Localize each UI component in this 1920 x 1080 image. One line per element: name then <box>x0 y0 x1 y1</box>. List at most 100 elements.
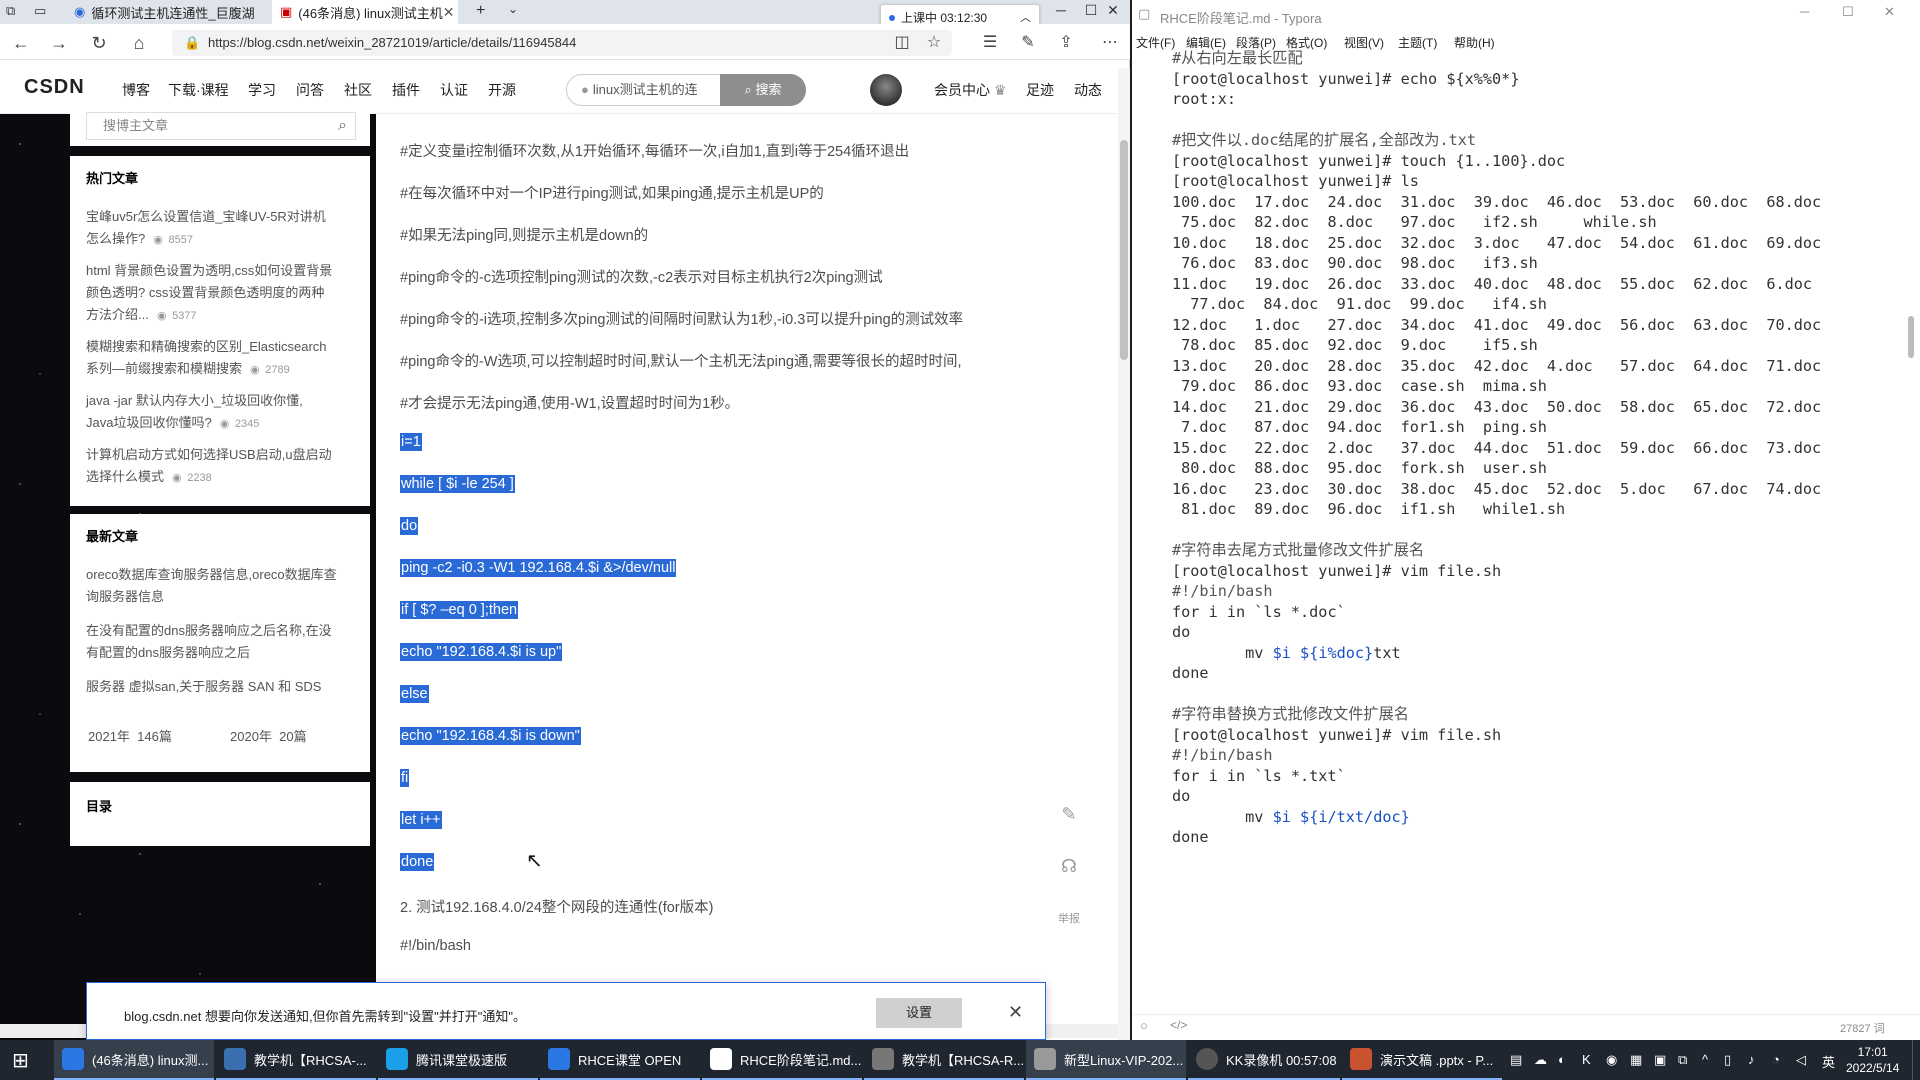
nav-qa[interactable]: 问答 <box>296 80 324 100</box>
tray-wifi-icon[interactable]: ◔ <box>1772 1052 1780 1067</box>
close-tab-icon[interactable]: ✕ <box>443 4 455 21</box>
back-icon[interactable]: ← <box>10 32 32 54</box>
minimize-icon[interactable]: ─ <box>1046 2 1076 18</box>
hot-article-5[interactable]: 计算机启动方式如何选择USB启动,u盘启动 选择什么模式 ◉ 2238 <box>86 444 356 489</box>
task-kk-recorder[interactable]: KK录像机 00:57:08 <box>1188 1040 1340 1080</box>
favorite-star-icon[interactable]: ☆ <box>922 32 946 54</box>
tray-app-icon[interactable]: ◐ <box>1558 1052 1566 1067</box>
tray-network-icon[interactable]: ▦ <box>1630 1052 1642 1068</box>
menu-file[interactable]: 文件(F) <box>1136 34 1175 51</box>
tab-2[interactable]: ▣ (46条消息) linux测试主机 ✕ <box>272 0 458 24</box>
task-tencent-classroom[interactable]: 腾讯课堂极速版 <box>378 1040 538 1080</box>
nav-blog[interactable]: 博客 <box>122 80 150 100</box>
code-line-3[interactable]: do <box>400 517 419 535</box>
typora-code-line: 80.doc 88.doc 95.doc fork.sh user.sh <box>1172 459 1547 477</box>
hot-article-4[interactable]: java -jar 默认内存大小_垃圾回收你懂, Java垃圾回收你懂吗? ◉ 2… <box>86 390 356 435</box>
hot-article-3[interactable]: 模糊搜索和精确搜索的区别_Elasticsearch 系列—前缀搜索和模糊搜索 ◉… <box>86 336 356 381</box>
tray-display-icon[interactable]: ⧉ <box>1678 1052 1687 1068</box>
typora-close-icon[interactable]: ✕ <box>1884 4 1895 20</box>
hot-article-1[interactable]: 宝峰uv5r怎么设置信道_宝峰UV-5R对讲机 怎么操作? ◉ 8557 <box>86 206 356 251</box>
tray-wechat-icon[interactable]: ☁ <box>1534 1052 1547 1068</box>
forward-icon[interactable]: → <box>48 32 70 54</box>
address-bar[interactable]: 🔒 https://blog.csdn.net/weixin_28721019/… <box>172 30 952 56</box>
more-options-icon[interactable]: ⋯ <box>1098 32 1122 54</box>
nav-activity[interactable]: 动态 <box>1074 80 1102 100</box>
notification-settings-button[interactable]: 设置 <box>876 998 962 1028</box>
typora-code-block[interactable]: #从右向左最长匹配 [root@localhost yunwei]# echo $… <box>1172 48 1892 848</box>
home-icon[interactable]: ⌂ <box>128 32 150 54</box>
csdn-search-button[interactable]: ⌕ 搜索 <box>720 74 806 106</box>
source-mode-icon[interactable]: </> <box>1170 1018 1187 1032</box>
code-line-1[interactable]: i=1 <box>400 433 422 451</box>
tab-list-chevron-icon[interactable]: ⌄ <box>508 2 518 16</box>
nav-community[interactable]: 社区 <box>344 80 372 100</box>
tray-record-icon[interactable]: ◉ <box>1606 1052 1617 1068</box>
start-windows-icon[interactable]: ⊞ <box>12 1048 29 1073</box>
code-line-6[interactable]: echo "192.168.4.$i is up" <box>400 643 563 661</box>
task-linux-vip[interactable]: 新型Linux-VIP-202... <box>1026 1040 1186 1080</box>
report-label[interactable]: 举报 <box>1058 910 1080 926</box>
task-vm-1[interactable]: 教学机【RHCSA-... <box>216 1040 376 1080</box>
code-line-5[interactable]: if [ $? –eq 0 ];then <box>400 601 519 619</box>
typora-minimize-icon[interactable]: ─ <box>1800 4 1809 19</box>
typora-maximize-icon[interactable]: ☐ <box>1842 4 1854 20</box>
user-avatar[interactable] <box>870 74 902 106</box>
page-scrollbar-thumb[interactable] <box>1120 140 1128 360</box>
nav-member-center[interactable]: 会员中心 ♛ <box>934 80 1006 100</box>
tray-mic-icon[interactable]: ♪ <box>1748 1052 1755 1067</box>
nav-footprint[interactable]: 足迹 <box>1026 80 1054 100</box>
latest-article-1[interactable]: oreco数据库查询服务器信息,oreco数据库查 询服务器信息 <box>86 564 366 608</box>
csdn-logo[interactable]: CSDN <box>24 76 85 99</box>
task-browser[interactable]: (46条消息) linux测... <box>54 1040 214 1080</box>
customer-service-icon[interactable]: ☊ <box>1058 856 1080 878</box>
workspaces-icon[interactable]: ▭ <box>34 3 46 19</box>
tab-1[interactable]: ◉ 循环测试主机连通性_巨腹湖 <box>66 0 270 24</box>
ime-indicator[interactable]: 英 <box>1822 1052 1835 1071</box>
typora-scrollbar-thumb[interactable] <box>1908 316 1914 358</box>
task-typora[interactable]: RHCE阶段笔记.md... <box>702 1040 862 1080</box>
nav-download-course[interactable]: 下载·课程 <box>168 80 229 100</box>
code-line-10[interactable]: let i++ <box>400 811 442 829</box>
share-icon[interactable]: ⇪ <box>1054 32 1078 54</box>
code-line-4[interactable]: ping -c2 -i0.3 -W1 192.168.4.$i &>/dev/n… <box>400 559 677 577</box>
system-clock[interactable]: 17:01 2022/5/14 <box>1846 1044 1899 1076</box>
code-line-2[interactable]: while [ $i -le 254 ] <box>400 475 515 493</box>
nav-plugin[interactable]: 插件 <box>392 80 420 100</box>
show-desktop-button[interactable] <box>1912 1040 1918 1080</box>
code-line-7[interactable]: else <box>400 685 429 703</box>
tray-volume-icon[interactable]: ◁ <box>1796 1052 1806 1068</box>
close-window-icon[interactable]: ✕ <box>1098 2 1128 19</box>
latest-article-3[interactable]: 服务器 虚拟san,关于服务器 SAN 和 SDS <box>86 676 366 698</box>
task-vm-2[interactable]: 教学机【RHCSA-R... <box>864 1040 1024 1080</box>
search-query: linux测试主机的连 <box>592 82 698 97</box>
hot-article-2[interactable]: html 背景颜色设置为透明,css如何设置背景 颜色透明? css设置背景颜色… <box>86 260 356 327</box>
word-count[interactable]: 27827 词 <box>1840 1020 1885 1036</box>
archive-2020[interactable]: 2020年 20篇 <box>230 726 307 748</box>
pen-icon[interactable]: ✎ <box>1016 32 1040 54</box>
tray-phone-icon[interactable]: ▯ <box>1724 1052 1731 1068</box>
nav-learn[interactable]: 学习 <box>248 80 276 100</box>
latest-article-2[interactable]: 在没有配置的dns服务器响应之后名称,在没 有配置的dns服务器响应之后 <box>86 620 366 664</box>
tray-devices-icon[interactable]: ▣ <box>1654 1052 1666 1068</box>
code-line-11[interactable]: done <box>400 853 435 871</box>
task-powerpoint[interactable]: 演示文稿 .pptx - P... <box>1342 1040 1502 1080</box>
tray-expand-icon[interactable]: ^ <box>1702 1052 1708 1067</box>
edit-note-icon[interactable]: ✎ <box>1058 804 1080 826</box>
new-tab-icon[interactable]: + <box>476 2 485 20</box>
nav-certification[interactable]: 认证 <box>440 80 468 100</box>
code-line-9[interactable]: fi <box>400 769 410 787</box>
archive-2021[interactable]: 2021年 146篇 <box>88 726 172 748</box>
tab-actions-icon[interactable]: ⧉ <box>6 3 15 19</box>
refresh-icon[interactable]: ↻ <box>88 32 110 54</box>
outline-toggle-icon[interactable]: ○ <box>1140 1018 1148 1033</box>
code-line-8[interactable]: echo "192.168.4.$i is down" <box>400 727 581 745</box>
nav-open-source[interactable]: 开源 <box>488 80 516 100</box>
tray-message-icon[interactable]: ▤ <box>1510 1052 1522 1068</box>
close-notification-icon[interactable]: ✕ <box>1008 1002 1023 1023</box>
favorites-list-icon[interactable]: ☰ <box>978 32 1002 54</box>
reading-view-icon[interactable]: ◫ <box>890 32 914 54</box>
tray-kk-icon[interactable]: K <box>1582 1052 1591 1067</box>
blogger-search-input[interactable]: 搜博主文章 ⌕ <box>86 112 356 140</box>
task-rhce-class[interactable]: RHCE课堂 OPEN <box>540 1040 700 1080</box>
search-icon[interactable]: ⌕ <box>338 113 347 139</box>
